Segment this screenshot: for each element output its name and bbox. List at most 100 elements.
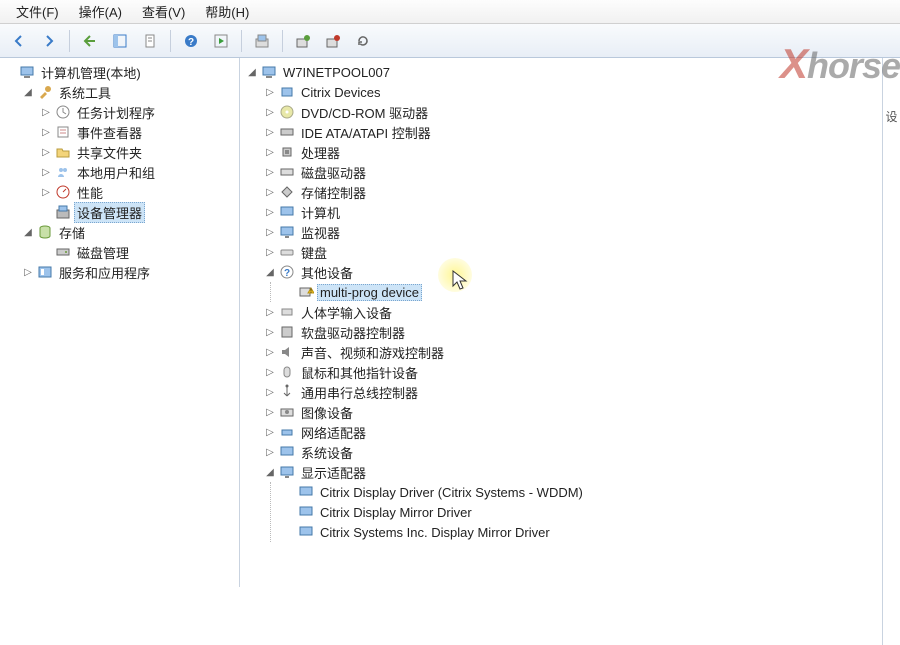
cat-disk-drives[interactable]: ▷磁盘驱动器 — [264, 162, 900, 182]
device-display-3[interactable]: ▷Citrix Systems Inc. Display Mirror Driv… — [283, 522, 900, 542]
update-driver-button[interactable] — [290, 28, 316, 54]
expander-icon[interactable]: ▷ — [264, 166, 276, 178]
device-multi-prog[interactable]: ▷!multi-prog device — [283, 282, 900, 302]
expander-icon[interactable]: ▷ — [264, 226, 276, 238]
tree-local-users[interactable]: ▷本地用户和组 — [40, 162, 239, 182]
cat-system-devices[interactable]: ▷系统设备 — [264, 442, 900, 462]
up-button[interactable] — [77, 28, 103, 54]
cat-monitors[interactable]: ▷ 监视器 — [264, 222, 900, 242]
tree-device-manager[interactable]: ▷设备管理器 — [40, 202, 239, 222]
run-button[interactable] — [208, 28, 234, 54]
expander-icon[interactable]: ▷ — [40, 146, 52, 158]
expander-icon[interactable]: ◢ — [264, 466, 276, 478]
monitor-icon — [298, 504, 314, 520]
cat-network[interactable]: ▷ 网络适配器 — [264, 422, 900, 442]
expander-icon[interactable]: ▷ — [40, 186, 52, 198]
expander-icon[interactable]: ▷ — [22, 266, 34, 278]
show-hide-tree-button[interactable] — [107, 28, 133, 54]
menu-file[interactable]: 文件(F) — [6, 0, 69, 23]
expander-icon[interactable]: ▷ — [40, 106, 52, 118]
tree-label: 计算机 — [298, 203, 343, 222]
tree-label: 网络适配器 — [298, 423, 369, 442]
device-display-2[interactable]: ▷Citrix Display Mirror Driver — [283, 502, 900, 522]
event-icon — [55, 124, 71, 140]
svg-text:!: ! — [310, 289, 312, 295]
device-icon — [279, 84, 295, 100]
expander-icon[interactable]: ◢ — [22, 226, 34, 238]
menu-action[interactable]: 操作(A) — [69, 0, 132, 23]
services-icon — [37, 264, 53, 280]
cat-cpu[interactable]: ▷处理器 — [264, 142, 900, 162]
actions-pane-tab[interactable]: 设 — [882, 58, 900, 645]
expander-icon[interactable]: ▷ — [264, 206, 276, 218]
cat-usb[interactable]: ▷通用串行总线控制器 — [264, 382, 900, 402]
expander-icon[interactable]: ◢ — [264, 266, 276, 278]
cat-keyboards[interactable]: ▷键盘 — [264, 242, 900, 262]
tree-label: Citrix Display Mirror Driver — [317, 505, 475, 520]
expander-icon[interactable]: ▷ — [264, 366, 276, 378]
refresh-button[interactable] — [350, 28, 376, 54]
expander-icon[interactable]: ◢ — [22, 86, 34, 98]
expander-icon[interactable]: ▷ — [264, 186, 276, 198]
tree-label: 存储控制器 — [298, 183, 369, 202]
cat-display[interactable]: ◢显示适配器 — [264, 462, 900, 482]
expander-icon[interactable] — [4, 66, 16, 78]
expander-icon[interactable]: ▷ — [40, 166, 52, 178]
tree-task-scheduler[interactable]: ▷任务计划程序 — [40, 102, 239, 122]
cat-floppy[interactable]: ▷软盘驱动器控制器 — [264, 322, 900, 342]
forward-button[interactable] — [36, 28, 62, 54]
tree-label: 其他设备 — [298, 263, 356, 282]
cat-imaging[interactable]: ▷图像设备 — [264, 402, 900, 422]
expander-icon[interactable]: ▷ — [264, 326, 276, 338]
tree-root-computer-mgmt[interactable]: 计算机管理(本地) — [4, 62, 239, 82]
menu-view[interactable]: 查看(V) — [132, 0, 195, 23]
actions-pane-label: 设 — [885, 108, 897, 645]
shared-folder-icon — [55, 144, 71, 160]
device-tree-pane[interactable]: ◢ W7INETPOOL007 ▷Citrix Devices ▷DVD/CD-… — [240, 58, 900, 587]
expander-icon[interactable]: ▷ — [264, 146, 276, 158]
device-root[interactable]: ◢ W7INETPOOL007 — [246, 62, 900, 82]
scan-button[interactable] — [249, 28, 275, 54]
back-button[interactable] — [6, 28, 32, 54]
expander-icon[interactable]: ▷ — [264, 386, 276, 398]
tree-shared-folders[interactable]: ▷共享文件夹 — [40, 142, 239, 162]
expander-icon[interactable]: ▷ — [264, 246, 276, 258]
expander-icon[interactable]: ▷ — [264, 86, 276, 98]
cat-citrix-devices[interactable]: ▷Citrix Devices — [264, 82, 900, 102]
tree-system-tools[interactable]: ◢ 系统工具 — [22, 82, 239, 102]
tree-services-apps[interactable]: ▷ 服务和应用程序 — [22, 262, 239, 282]
device-manager-icon — [55, 204, 71, 220]
cat-hid[interactable]: ▷人体学输入设备 — [264, 302, 900, 322]
cat-sound[interactable]: ▷声音、视频和游戏控制器 — [264, 342, 900, 362]
expander-icon[interactable]: ▷ — [264, 306, 276, 318]
separator — [241, 30, 242, 52]
cat-storage-ctrl[interactable]: ▷ 存储控制器 — [264, 182, 900, 202]
cat-other-devices[interactable]: ◢?其他设备 — [264, 262, 900, 282]
computer-icon — [279, 204, 295, 220]
tree-event-viewer[interactable]: ▷事件查看器 — [40, 122, 239, 142]
expander-icon[interactable]: ▷ — [264, 346, 276, 358]
expander-icon[interactable]: ▷ — [264, 126, 276, 138]
help-button[interactable]: ? — [178, 28, 204, 54]
tree-storage[interactable]: ◢ 存储 — [22, 222, 239, 242]
uninstall-button[interactable] — [320, 28, 346, 54]
tree-performance[interactable]: ▷性能 — [40, 182, 239, 202]
device-display-1[interactable]: ▷Citrix Display Driver (Citrix Systems -… — [283, 482, 900, 502]
cat-ide[interactable]: ▷IDE ATA/ATAPI 控制器 — [264, 122, 900, 142]
tree-label: 监视器 — [298, 223, 343, 242]
properties-button[interactable] — [137, 28, 163, 54]
menu-help[interactable]: 帮助(H) — [195, 0, 259, 23]
tree-disk-mgmt[interactable]: ▷磁盘管理 — [40, 242, 239, 262]
expander-icon[interactable]: ▷ — [264, 426, 276, 438]
expander-icon[interactable]: ▷ — [264, 106, 276, 118]
expander-icon[interactable]: ▷ — [40, 126, 52, 138]
left-tree-pane[interactable]: 计算机管理(本地) ◢ 系统工具 ▷任务计划程序 ▷事件查看器 ▷共享文件夹 — [0, 58, 240, 587]
cat-dvd[interactable]: ▷DVD/CD-ROM 驱动器 — [264, 102, 900, 122]
monitor-icon — [298, 484, 314, 500]
cat-mouse[interactable]: ▷鼠标和其他指针设备 — [264, 362, 900, 382]
expander-icon[interactable]: ▷ — [264, 406, 276, 418]
cat-computer[interactable]: ▷ 计算机 — [264, 202, 900, 222]
system-icon — [279, 444, 295, 460]
expander-icon[interactable]: ▷ — [264, 446, 276, 458]
expander-icon[interactable]: ◢ — [246, 66, 258, 78]
